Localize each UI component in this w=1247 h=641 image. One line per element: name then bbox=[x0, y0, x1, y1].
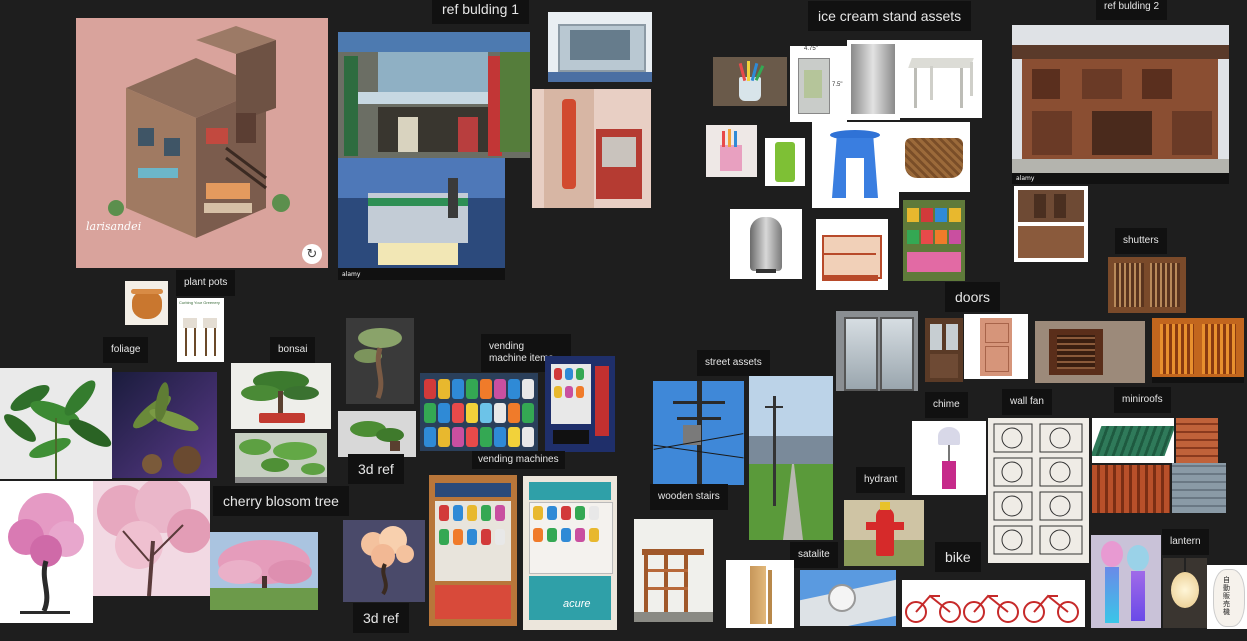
cherry-bonsai-3d-ref[interactable] bbox=[343, 520, 425, 602]
napkin-dispenser-photo[interactable] bbox=[847, 40, 900, 120]
label-ref-building-1: ref bulding 1 bbox=[432, 0, 530, 24]
label-bonsai: bonsai bbox=[270, 337, 316, 363]
fire-hydrant-photo[interactable] bbox=[844, 500, 924, 566]
cup-of-pencils-photo[interactable] bbox=[706, 125, 757, 177]
label-ice-cream-stand-assets: ice cream stand assets bbox=[808, 1, 972, 31]
ac-units-sketch[interactable] bbox=[988, 418, 1089, 563]
bonsai-3d-ref-a[interactable] bbox=[346, 318, 414, 404]
wooden-window-photo[interactable] bbox=[1035, 321, 1145, 383]
white-table-photo[interactable] bbox=[900, 40, 982, 118]
paper-lantern-photo[interactable] bbox=[1163, 558, 1207, 628]
bonsai-red-pot-photo[interactable] bbox=[231, 363, 331, 429]
food-warmer-case-photo[interactable] bbox=[816, 219, 888, 290]
glass-door-photo[interactable] bbox=[836, 311, 918, 391]
white-lantern-photo[interactable]: 自動販売機 bbox=[1207, 565, 1247, 629]
bonsai-shapes bbox=[241, 371, 319, 423]
foliage-3d-shapes bbox=[133, 382, 201, 474]
cherry-tree-photo-b[interactable] bbox=[210, 532, 318, 610]
wooden-stairs-photo[interactable] bbox=[634, 519, 713, 622]
ac-units-sketch-shapes bbox=[993, 423, 1083, 555]
vending-machine-acure-photo[interactable]: acure bbox=[523, 476, 617, 630]
dimension-width: 4.75" bbox=[804, 46, 818, 52]
country-road-photo[interactable] bbox=[749, 376, 833, 540]
shutters-photo[interactable] bbox=[1108, 257, 1186, 313]
cherry-tree-photo-a-shapes bbox=[97, 481, 210, 596]
vending-machine-front-photo[interactable] bbox=[545, 356, 615, 452]
label-foliage: foliage bbox=[103, 337, 149, 363]
label-vending-machines: vending machines bbox=[472, 451, 565, 469]
snack-rack-photo[interactable] bbox=[903, 200, 965, 281]
watermark: alamy bbox=[342, 271, 361, 278]
label-hydrant: hydrant bbox=[856, 467, 906, 493]
panel-door-photo[interactable] bbox=[964, 314, 1028, 379]
dimension-height: 7.5" bbox=[832, 82, 843, 88]
wood-post-photo[interactable] bbox=[726, 560, 794, 628]
cherry-tree-illustration[interactable] bbox=[0, 481, 93, 623]
wooden-door-facade-photo[interactable] bbox=[1014, 186, 1088, 262]
drink-shelf-photo[interactable] bbox=[420, 373, 538, 451]
wood-glass-door-photo[interactable] bbox=[925, 318, 963, 382]
green-roof-tiles-photo[interactable] bbox=[1092, 418, 1174, 463]
label-ref-building-2: ref bulding 2 bbox=[1096, 0, 1168, 20]
bonsai-3d-shapes-a bbox=[354, 328, 402, 399]
label-doors: doors bbox=[945, 282, 1001, 312]
label-wall-fan: wall fan bbox=[1002, 389, 1052, 415]
label-shutters: shutters bbox=[1115, 228, 1167, 254]
blue-stool-photo[interactable] bbox=[812, 122, 899, 208]
spoon-cup-photo[interactable] bbox=[713, 57, 787, 106]
vending-street-photo[interactable] bbox=[532, 89, 651, 208]
night-storefront-photo[interactable]: alamy bbox=[338, 158, 505, 280]
artist-signature: larisandei bbox=[86, 220, 141, 233]
isometric-building-illustration[interactable]: larisandei ↻ bbox=[76, 18, 328, 268]
clay-roof-tiles-photo[interactable] bbox=[1176, 418, 1218, 463]
lantern-calligraphy: 自動販売機 bbox=[1223, 577, 1230, 616]
bikes-photo[interactable] bbox=[902, 580, 1085, 627]
plant-stand-photo[interactable]: Curbing Your Greenery bbox=[177, 298, 224, 362]
cherry-tree-photo-a[interactable] bbox=[93, 481, 210, 596]
label-miniroofs: miniroofs bbox=[1114, 387, 1171, 413]
foliage-photo-green[interactable] bbox=[0, 368, 112, 479]
trash-can-photo[interactable] bbox=[730, 209, 802, 279]
acure-brand: acure bbox=[563, 598, 591, 610]
hanging-ornaments-photo[interactable] bbox=[1091, 535, 1161, 628]
label-wooden-stairs: wooden stairs bbox=[650, 484, 728, 510]
label-satalite: satalite bbox=[790, 542, 838, 568]
booth-photo[interactable] bbox=[548, 12, 652, 82]
bonsai-3d-ref-b[interactable] bbox=[338, 411, 416, 457]
satellite-dish-photo[interactable] bbox=[800, 570, 896, 626]
vending-machines-photo-a[interactable] bbox=[429, 475, 517, 626]
bonsai-3d-shapes-b bbox=[350, 421, 404, 451]
label-3d-ref-b: 3d ref bbox=[353, 603, 409, 633]
green-can-photo[interactable] bbox=[765, 138, 805, 186]
wooden-house-photo[interactable]: alamy bbox=[1012, 25, 1229, 184]
wicker-basket-photo[interactable] bbox=[899, 122, 970, 192]
gray-tiles-photo[interactable] bbox=[1172, 463, 1226, 513]
refresh-icon[interactable]: ↻ bbox=[302, 244, 322, 264]
label-lantern: lantern bbox=[1162, 529, 1209, 555]
wind-chime-photo[interactable] bbox=[912, 421, 986, 495]
red-roof-tiles-photo[interactable] bbox=[1092, 465, 1170, 513]
clay-pot-photo[interactable] bbox=[125, 281, 168, 325]
bonsai-assets-shapes bbox=[235, 439, 327, 483]
foliage-shapes bbox=[4, 380, 112, 479]
bonsai-assets-render[interactable] bbox=[235, 433, 327, 483]
plant-card-title: Curbing Your Greenery bbox=[179, 300, 220, 305]
lattice-window-photo[interactable] bbox=[1152, 318, 1244, 383]
napkin-dispenser-dimensions[interactable]: 4.75" 7.5" bbox=[790, 46, 847, 122]
cherry-bonsai-shapes bbox=[361, 526, 414, 596]
watermark-2: alamy bbox=[1016, 175, 1035, 182]
foliage-3d-render[interactable] bbox=[112, 372, 217, 478]
bikes-shapes bbox=[905, 594, 1079, 623]
label-chime: chime bbox=[925, 392, 968, 418]
label-3d-ref-a: 3d ref bbox=[348, 454, 404, 484]
label-cherry-blossom-tree: cherry blosom tree bbox=[213, 486, 349, 516]
label-bike: bike bbox=[935, 542, 981, 572]
isometric-building-art: larisandei bbox=[86, 26, 290, 238]
cherry-tree-illustration-shapes bbox=[8, 493, 84, 614]
storefront-photo[interactable] bbox=[338, 32, 530, 158]
label-street-assets: street assets bbox=[697, 350, 770, 376]
moodboard-canvas[interactable]: larisandei ↻ ref bulding 1 alamy plant p… bbox=[0, 0, 1247, 641]
label-plant-pots: plant pots bbox=[176, 270, 236, 296]
power-pole-photo[interactable] bbox=[653, 381, 744, 485]
